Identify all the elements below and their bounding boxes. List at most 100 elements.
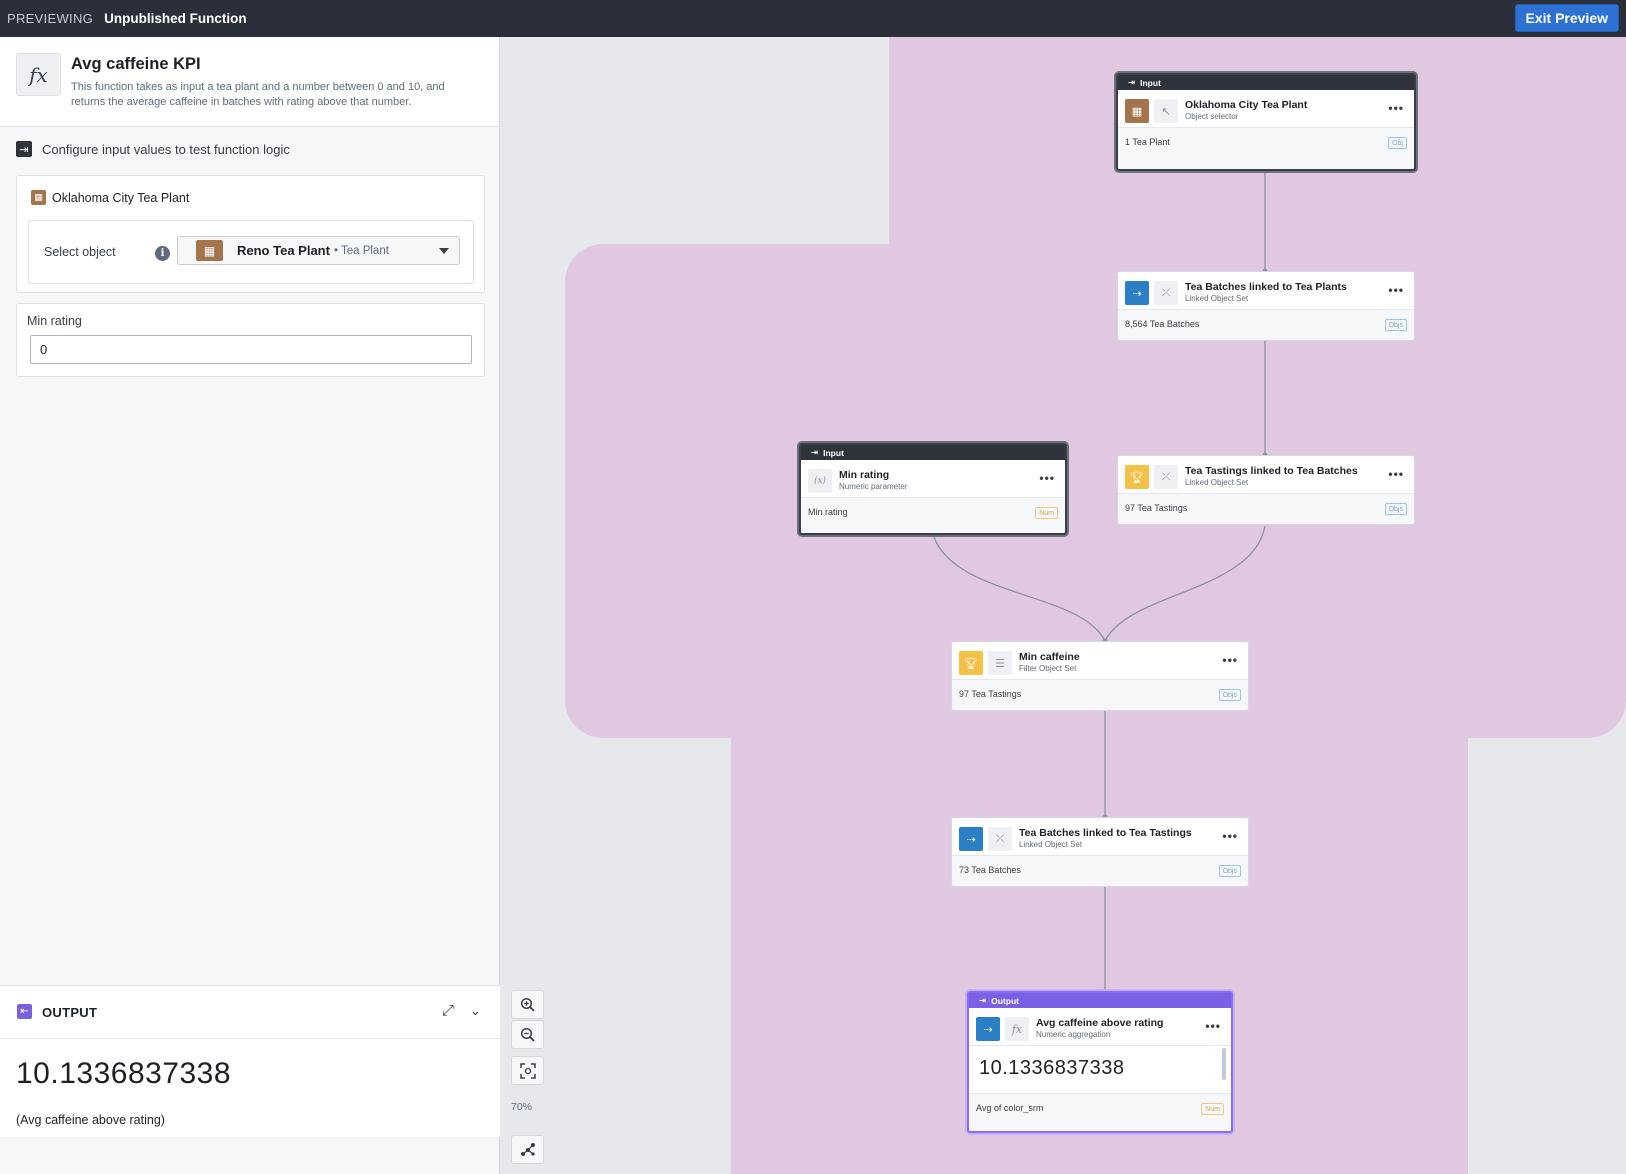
input-icon: ⇥ (16, 141, 32, 157)
more-menu-icon[interactable]: ••• (1388, 467, 1404, 481)
node-output-avg-caffeine[interactable]: ⇥ Output ⇢ fx Avg caffeine above rating N… (967, 991, 1233, 1133)
selected-object-type: • Tea Plant (333, 244, 389, 257)
scrollbar[interactable] (1222, 1048, 1226, 1080)
linked-set-icon: ⇢ (959, 827, 983, 851)
input-icon: ⇥ (1128, 77, 1136, 87)
type-badge: Num (1035, 507, 1058, 519)
min-rating-label: Min rating (27, 314, 82, 328)
node-subtitle: Object selector (1185, 112, 1239, 121)
node-output-value: 10.1336837338 (979, 1057, 1125, 1079)
filter-icon: ☰ (988, 651, 1012, 675)
zoom-out-button[interactable] (511, 1020, 544, 1049)
node-count: 73 Tea Batches (959, 865, 1021, 875)
zoom-level: 70% (511, 1101, 533, 1113)
output-title: OUTPUT (42, 1005, 98, 1020)
input-icon: ⇥ (811, 447, 819, 457)
type-badge: Objs (1384, 319, 1407, 331)
node-count: 8,564 Tea Batches (1125, 319, 1200, 329)
object-select-dropdown[interactable]: ▦ Reno Tea Plant • Tea Plant (177, 236, 460, 265)
link-icon: ⤫ (1154, 465, 1178, 489)
node-title: Tea Batches linked to Tea Tastings (1019, 827, 1192, 839)
node-title: Oklahoma City Tea Plant (1185, 99, 1308, 111)
trophy-icon: 🏆︎ (959, 651, 983, 675)
function-icon: fx (16, 53, 61, 96)
zoom-in-button[interactable] (511, 990, 544, 1019)
top-bar: PREVIEWING Unpublished Function Exit Pre… (0, 0, 1626, 37)
type-badge: Objs (1218, 689, 1241, 701)
node-tea-batches-linked-to-plants[interactable]: ⇢ ⤫ Tea Batches linked to Tea Plants Lin… (1117, 271, 1415, 341)
building-icon: ▦ (196, 240, 223, 261)
object-input-card: ▦ Oklahoma City Tea Plant Select object … (16, 175, 485, 293)
type-badge: Objs (1218, 865, 1241, 877)
object-input-name: Oklahoma City Tea Plant (52, 190, 190, 205)
selected-object: Reno Tea Plant (237, 243, 330, 258)
type-badge: Obj (1388, 137, 1407, 149)
more-menu-icon[interactable]: ••• (1222, 653, 1238, 667)
node-subtitle: Linked Object Set (1185, 478, 1249, 487)
node-subtitle: Linked Object Set (1185, 294, 1249, 303)
more-menu-icon[interactable]: ••• (1388, 283, 1404, 297)
exit-preview-button[interactable]: Exit Preview (1514, 4, 1619, 32)
trophy-icon: 🏆︎ (1125, 465, 1149, 489)
output-header: ⇤ OUTPUT ⤢ ⌄ (0, 985, 500, 1039)
building-icon: ▦ (1125, 99, 1149, 123)
function-description: This function takes as input a tea plant… (71, 81, 445, 108)
zoom-out-icon (520, 1027, 535, 1042)
node-subtitle: Numeric aggregation (1036, 1030, 1111, 1039)
node-title: Tea Tastings linked to Tea Batches (1185, 465, 1358, 477)
output-icon: ⇤ (17, 1004, 32, 1019)
node-oklahoma-city-tea-plant[interactable]: ⇥ Input ▦ ↖ Oklahoma City Tea Plant Objec… (1116, 73, 1416, 171)
node-tea-batches-linked-to-tastings[interactable]: ⇢ ⤫ Tea Batches linked to Tea Tastings L… (951, 817, 1249, 887)
node-count: Avg of color_srm (976, 1103, 1044, 1113)
node-title: Min caffeine (1019, 651, 1080, 663)
node-subtitle: Linked Object Set (1019, 840, 1083, 849)
output-body: 10.1336837338 (Avg caffeine above rating… (0, 1039, 500, 1137)
min-rating-card: Min rating (16, 303, 485, 377)
variable-icon: (x) (808, 469, 832, 493)
more-menu-icon[interactable]: ••• (1388, 101, 1404, 115)
node-count: 1 Tea Plant (1125, 137, 1170, 147)
node-count: 97 Tea Tastings (959, 689, 1022, 699)
fit-to-screen-button[interactable] (511, 1056, 544, 1085)
output-icon: ⇥ (979, 995, 987, 1005)
object-input-label: ▦ Oklahoma City Tea Plant (31, 190, 189, 205)
node-title: Min rating (839, 469, 890, 481)
more-menu-icon[interactable]: ••• (1039, 471, 1055, 485)
fit-screen-icon (519, 1062, 536, 1079)
more-menu-icon[interactable]: ••• (1205, 1019, 1221, 1033)
linked-set-icon: ⇢ (1125, 281, 1149, 305)
expand-icon[interactable]: ⤢ (442, 1002, 454, 1019)
output-value: 10.1336837338 (16, 1057, 232, 1090)
info-icon[interactable]: i (155, 246, 170, 261)
type-badge: Num (1201, 1103, 1224, 1115)
function-name: Unpublished Function (104, 11, 247, 26)
function-header: fx Avg caffeine KPI This function takes … (0, 37, 499, 127)
node-count: Min rating (808, 507, 848, 517)
caret-down-icon (439, 248, 449, 254)
node-title: Tea Batches linked to Tea Plants (1185, 281, 1347, 293)
output-caption: (Avg caffeine above rating) (16, 1113, 165, 1127)
preview-mode-label: PREVIEWING (7, 11, 94, 26)
cursor-icon: ↖ (1154, 99, 1178, 123)
node-title: Avg caffeine above rating (1036, 1017, 1164, 1029)
node-tea-tastings-linked-to-batches[interactable]: 🏆︎ ⤫ Tea Tastings linked to Tea Batches … (1117, 455, 1415, 525)
node-count: 97 Tea Tastings (1125, 503, 1188, 513)
min-rating-input[interactable] (30, 335, 472, 364)
node-min-caffeine[interactable]: 🏆︎ ☰ Min caffeine Filter Object Set ••• … (951, 641, 1249, 711)
building-icon: ▦ (31, 190, 46, 205)
layout-graph-button[interactable] (511, 1135, 544, 1164)
zoom-in-icon (520, 997, 535, 1012)
linked-set-icon: ⇢ (976, 1017, 1000, 1041)
node-subtitle: Numeric parameter (839, 482, 908, 491)
more-menu-icon[interactable]: ••• (1222, 829, 1238, 843)
select-object-row: Select object i ▦ Reno Tea Plant • Tea P… (28, 220, 474, 284)
node-header-label: Input (823, 447, 844, 458)
node-header-label: Input (1140, 77, 1161, 88)
node-min-rating[interactable]: ⇥ Input (x) Min rating Numeric parameter … (799, 443, 1067, 535)
link-icon: ⤫ (1154, 281, 1178, 305)
chevron-down-icon[interactable]: ⌄ (470, 1003, 481, 1019)
configure-heading: ⇥ Configure input values to test functio… (16, 141, 290, 157)
graph-layout-icon (520, 1142, 535, 1156)
configure-heading-text: Configure input values to test function … (42, 141, 290, 157)
graph-canvas[interactable]: ⇥ Input ▦ ↖ Oklahoma City Tea Plant Objec… (501, 37, 1626, 1174)
